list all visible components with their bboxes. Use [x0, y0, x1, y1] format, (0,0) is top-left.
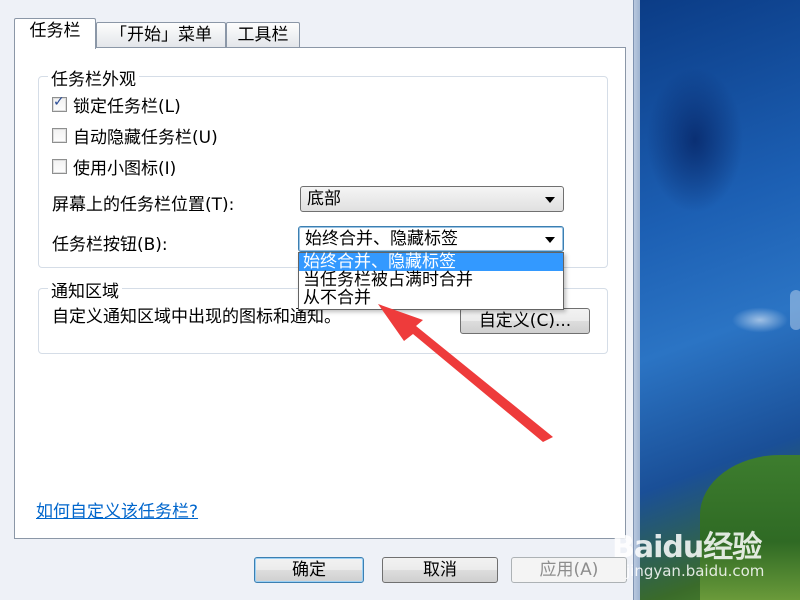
- lock-taskbar-label: 锁定任务栏(L): [73, 97, 181, 117]
- lock-taskbar-checkbox[interactable]: [52, 94, 67, 112]
- window-frame-edge: [633, 0, 640, 600]
- apply-button[interactable]: 应用(A): [511, 557, 627, 583]
- chevron-down-icon: [545, 197, 555, 203]
- notification-group-title: 通知区域: [48, 277, 122, 302]
- chevron-down-icon: [545, 237, 555, 243]
- tab-taskbar[interactable]: 任务栏: [14, 18, 96, 49]
- cancel-button[interactable]: 取消: [382, 557, 498, 583]
- lock-taskbar-row[interactable]: 锁定任务栏(L): [52, 92, 181, 117]
- baidu-watermark: Baidu经验 jingyan.baidu.com: [612, 516, 800, 600]
- location-label: 屏幕上的任务栏位置(T):: [52, 195, 235, 215]
- tab-start-menu[interactable]: 「开始」菜单: [96, 22, 226, 47]
- help-link[interactable]: 如何自定义该任务栏?: [36, 497, 198, 522]
- boat-wake: [790, 290, 800, 330]
- dropdown-option[interactable]: 当任务栏被占满时合并: [299, 271, 563, 289]
- ok-button[interactable]: 确定: [254, 557, 364, 583]
- tab-toolbars[interactable]: 工具栏: [226, 22, 300, 47]
- desktop-background: [640, 0, 800, 600]
- small-icons-label: 使用小图标(I): [73, 159, 177, 179]
- auto-hide-row[interactable]: 自动隐藏任务栏(U): [52, 123, 218, 148]
- small-icons-checkbox[interactable]: [52, 159, 67, 174]
- location-value: 底部: [307, 189, 341, 209]
- buttons-dropdown-list: 始终合并、隐藏标签 当任务栏被占满时合并 从不合并: [298, 252, 564, 310]
- watermark-logo: Baidu经验: [612, 530, 762, 565]
- dropdown-option[interactable]: 始终合并、隐藏标签: [299, 253, 563, 271]
- small-icons-row[interactable]: 使用小图标(I): [52, 154, 176, 179]
- appearance-group-title: 任务栏外观: [48, 65, 139, 90]
- auto-hide-label: 自动隐藏任务栏(U): [73, 128, 218, 148]
- location-select[interactable]: 底部: [300, 186, 564, 212]
- taskbar-properties-dialog: 任务栏 「开始」菜单 工具栏 任务栏外观 锁定任务栏(L) 自动隐藏任务栏(U)…: [0, 0, 640, 600]
- buttons-select[interactable]: 始终合并、隐藏标签: [298, 226, 564, 252]
- buttons-value: 始终合并、隐藏标签: [305, 229, 458, 249]
- customize-button[interactable]: 自定义(C)...: [460, 308, 590, 334]
- auto-hide-checkbox[interactable]: [52, 128, 67, 143]
- dropdown-option[interactable]: 从不合并: [299, 289, 563, 307]
- watermark-url: jingyan.baidu.com: [626, 562, 765, 580]
- buttons-label: 任务栏按钮(B):: [52, 235, 168, 255]
